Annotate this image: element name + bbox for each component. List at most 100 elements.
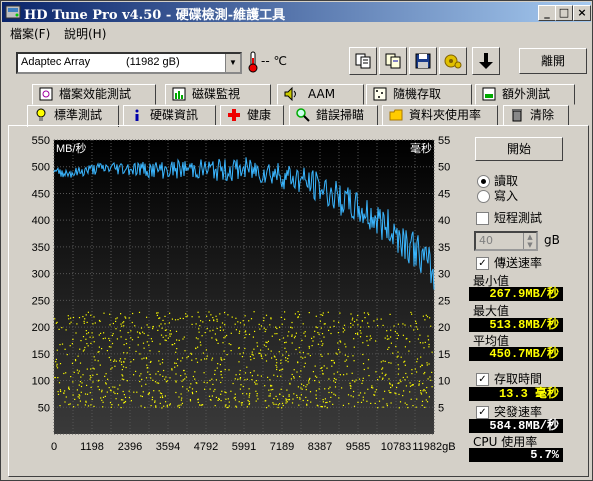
access-time-checkbox[interactable]: ✓ [476, 373, 489, 386]
copy-screen-button[interactable] [379, 47, 407, 75]
access-time-point [358, 378, 361, 380]
access-time-point [392, 352, 394, 354]
burst-rate-checkbox[interactable]: ✓ [476, 406, 489, 419]
access-time-point [256, 342, 258, 344]
access-time-point [223, 358, 225, 360]
access-time-point [119, 358, 122, 360]
save-button[interactable] [409, 47, 437, 75]
tab-erase[interactable]: 清除 [503, 105, 569, 126]
access-time-point [79, 362, 82, 364]
tab-extra-tests[interactable]: 額外測試 [475, 84, 575, 105]
tab-disk-info[interactable]: 硬碟資訊 [123, 105, 216, 126]
access-time-point [120, 323, 122, 325]
access-time-point [243, 324, 245, 326]
access-time-point [249, 372, 252, 374]
access-time-point [320, 314, 322, 316]
access-time-point [315, 394, 317, 396]
access-time-point [322, 343, 324, 345]
access-time-point [316, 404, 318, 406]
access-time-point [415, 326, 417, 328]
access-time-point [382, 398, 384, 400]
access-time-point [398, 368, 400, 370]
access-time-point [418, 380, 420, 382]
access-time-point [208, 311, 210, 313]
access-time-point [308, 382, 310, 384]
maximize-button[interactable]: □ [555, 5, 573, 21]
access-time-point [146, 367, 148, 369]
access-time-point [78, 370, 80, 372]
close-button[interactable]: × [573, 5, 591, 21]
access-time-point [79, 400, 81, 402]
access-time-point [249, 392, 251, 395]
access-time-point [359, 392, 362, 394]
menu-help[interactable]: 說明(H) [64, 25, 106, 42]
tab-error-scan[interactable]: 錯誤掃瞄 [289, 105, 378, 126]
access-time-point [302, 351, 304, 354]
menu-file[interactable]: 檔案(F) [10, 25, 50, 42]
start-button[interactable]: 開始 [475, 137, 563, 161]
access-time-point [72, 338, 74, 340]
tab-folder-usage[interactable]: 資料夾使用率 [382, 105, 498, 126]
burst-rate-label: 突發速率 [494, 405, 543, 419]
access-time-point [139, 333, 141, 335]
read-radio[interactable] [477, 175, 490, 188]
tab-health[interactable]: 健康 [220, 105, 284, 126]
tab-random-access[interactable]: 隨機存取 [366, 84, 472, 105]
access-time-point [399, 401, 402, 403]
access-time-point [427, 339, 430, 341]
access-time-point [111, 367, 113, 369]
access-time-point [285, 400, 287, 402]
minimize-button[interactable]: _ [538, 5, 556, 21]
access-time-point [319, 320, 321, 322]
access-time-point [244, 347, 246, 350]
short-test-checkbox[interactable] [476, 212, 489, 225]
access-time-point [104, 375, 106, 377]
access-time-point [178, 404, 180, 406]
copy-info-button[interactable] [349, 47, 377, 75]
short-test-size-spinner[interactable]: 40 ▲ ▼ [474, 231, 538, 251]
access-time-point [390, 386, 392, 389]
access-time-point [238, 347, 240, 349]
access-time-point [246, 378, 248, 380]
access-time-point [166, 406, 168, 408]
access-time-point [272, 402, 274, 404]
access-time-point [360, 326, 362, 328]
access-time-point [280, 362, 282, 364]
access-time-point [185, 316, 187, 318]
access-time-point [398, 407, 400, 409]
access-time-point [316, 327, 318, 329]
access-time-point [367, 322, 369, 324]
access-time-point [333, 380, 335, 382]
access-time-point [334, 394, 337, 396]
access-time-point [395, 345, 397, 348]
access-time-point [425, 314, 427, 316]
drive-select[interactable]: Adaptec Array (11982 gB) ▼ [16, 52, 242, 74]
tab-file-benchmark[interactable]: 檔案效能測試 [32, 84, 156, 105]
access-time-point [97, 360, 99, 362]
exit-button[interactable]: 離開 [519, 48, 587, 74]
access-time-point [223, 337, 225, 339]
transfer-rate-checkbox[interactable]: ✓ [476, 257, 489, 270]
access-time-point [242, 320, 244, 322]
access-time-point [285, 398, 287, 400]
tab-disk-monitor[interactable]: 磁碟監視 [165, 84, 271, 105]
access-time-point [197, 401, 199, 403]
download-button[interactable] [472, 47, 500, 75]
access-time-point [55, 361, 57, 363]
options-button[interactable] [439, 47, 467, 75]
access-time-point [284, 318, 286, 320]
y-right-tick: 10 [438, 376, 450, 388]
spinner-arrows-icon[interactable]: ▲ ▼ [523, 233, 536, 249]
access-time-point [248, 402, 251, 405]
access-time-point [322, 399, 324, 401]
tab-benchmark[interactable]: 標準測試 [27, 105, 119, 127]
access-time-point [77, 396, 79, 398]
access-time-point [186, 388, 188, 390]
access-time-point [309, 355, 311, 357]
write-radio[interactable] [477, 190, 490, 203]
chevron-down-icon[interactable]: ▼ [225, 54, 240, 72]
tab-aam[interactable]: AAM [277, 84, 364, 105]
access-time-point [85, 314, 87, 316]
access-time-point [336, 353, 338, 355]
access-time-point [420, 392, 422, 394]
